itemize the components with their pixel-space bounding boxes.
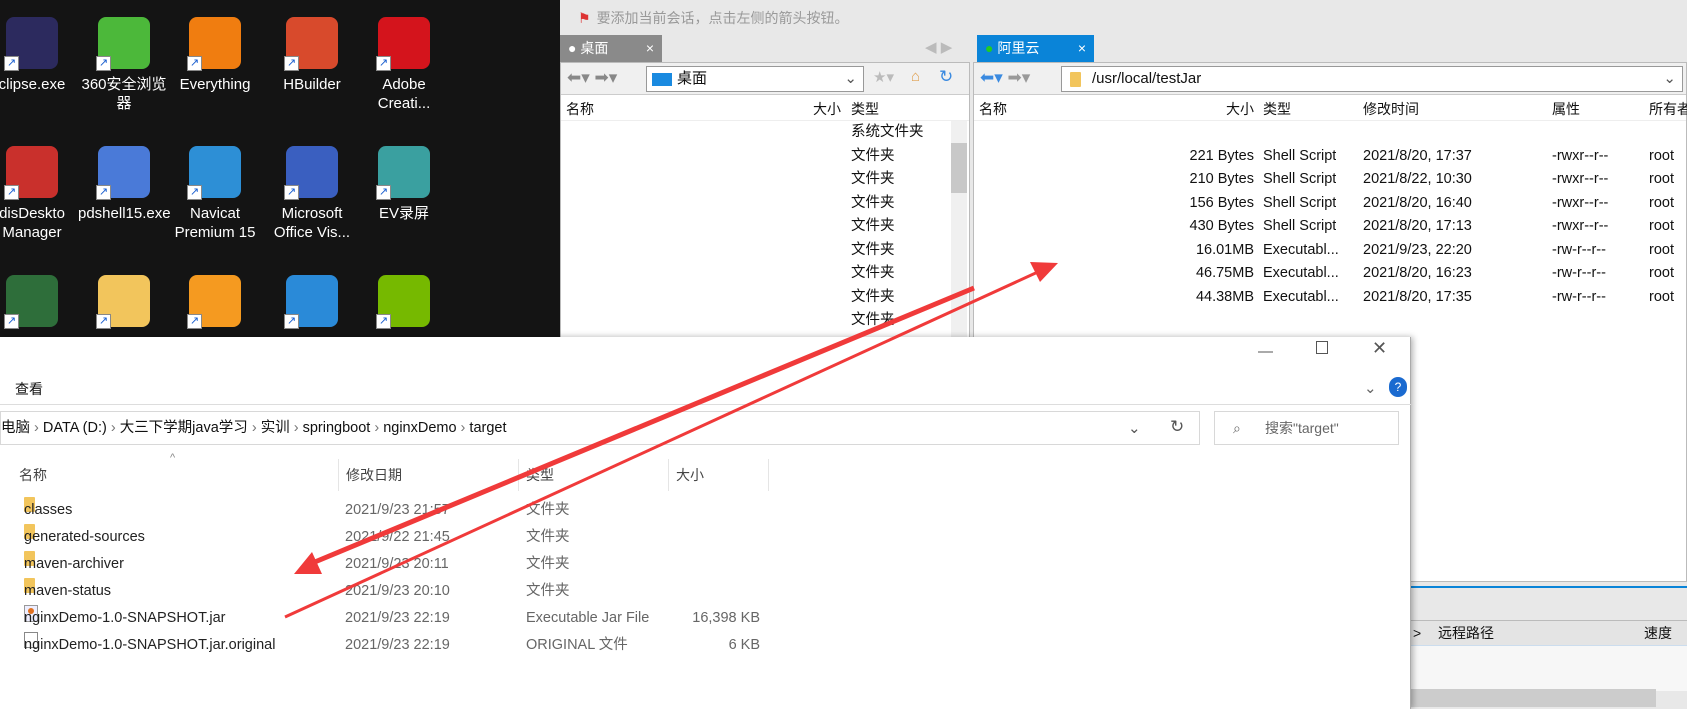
red-arrow-upload [284,262,1058,619]
red-arrow-return [294,285,975,574]
annotation-arrows [284,262,1058,619]
